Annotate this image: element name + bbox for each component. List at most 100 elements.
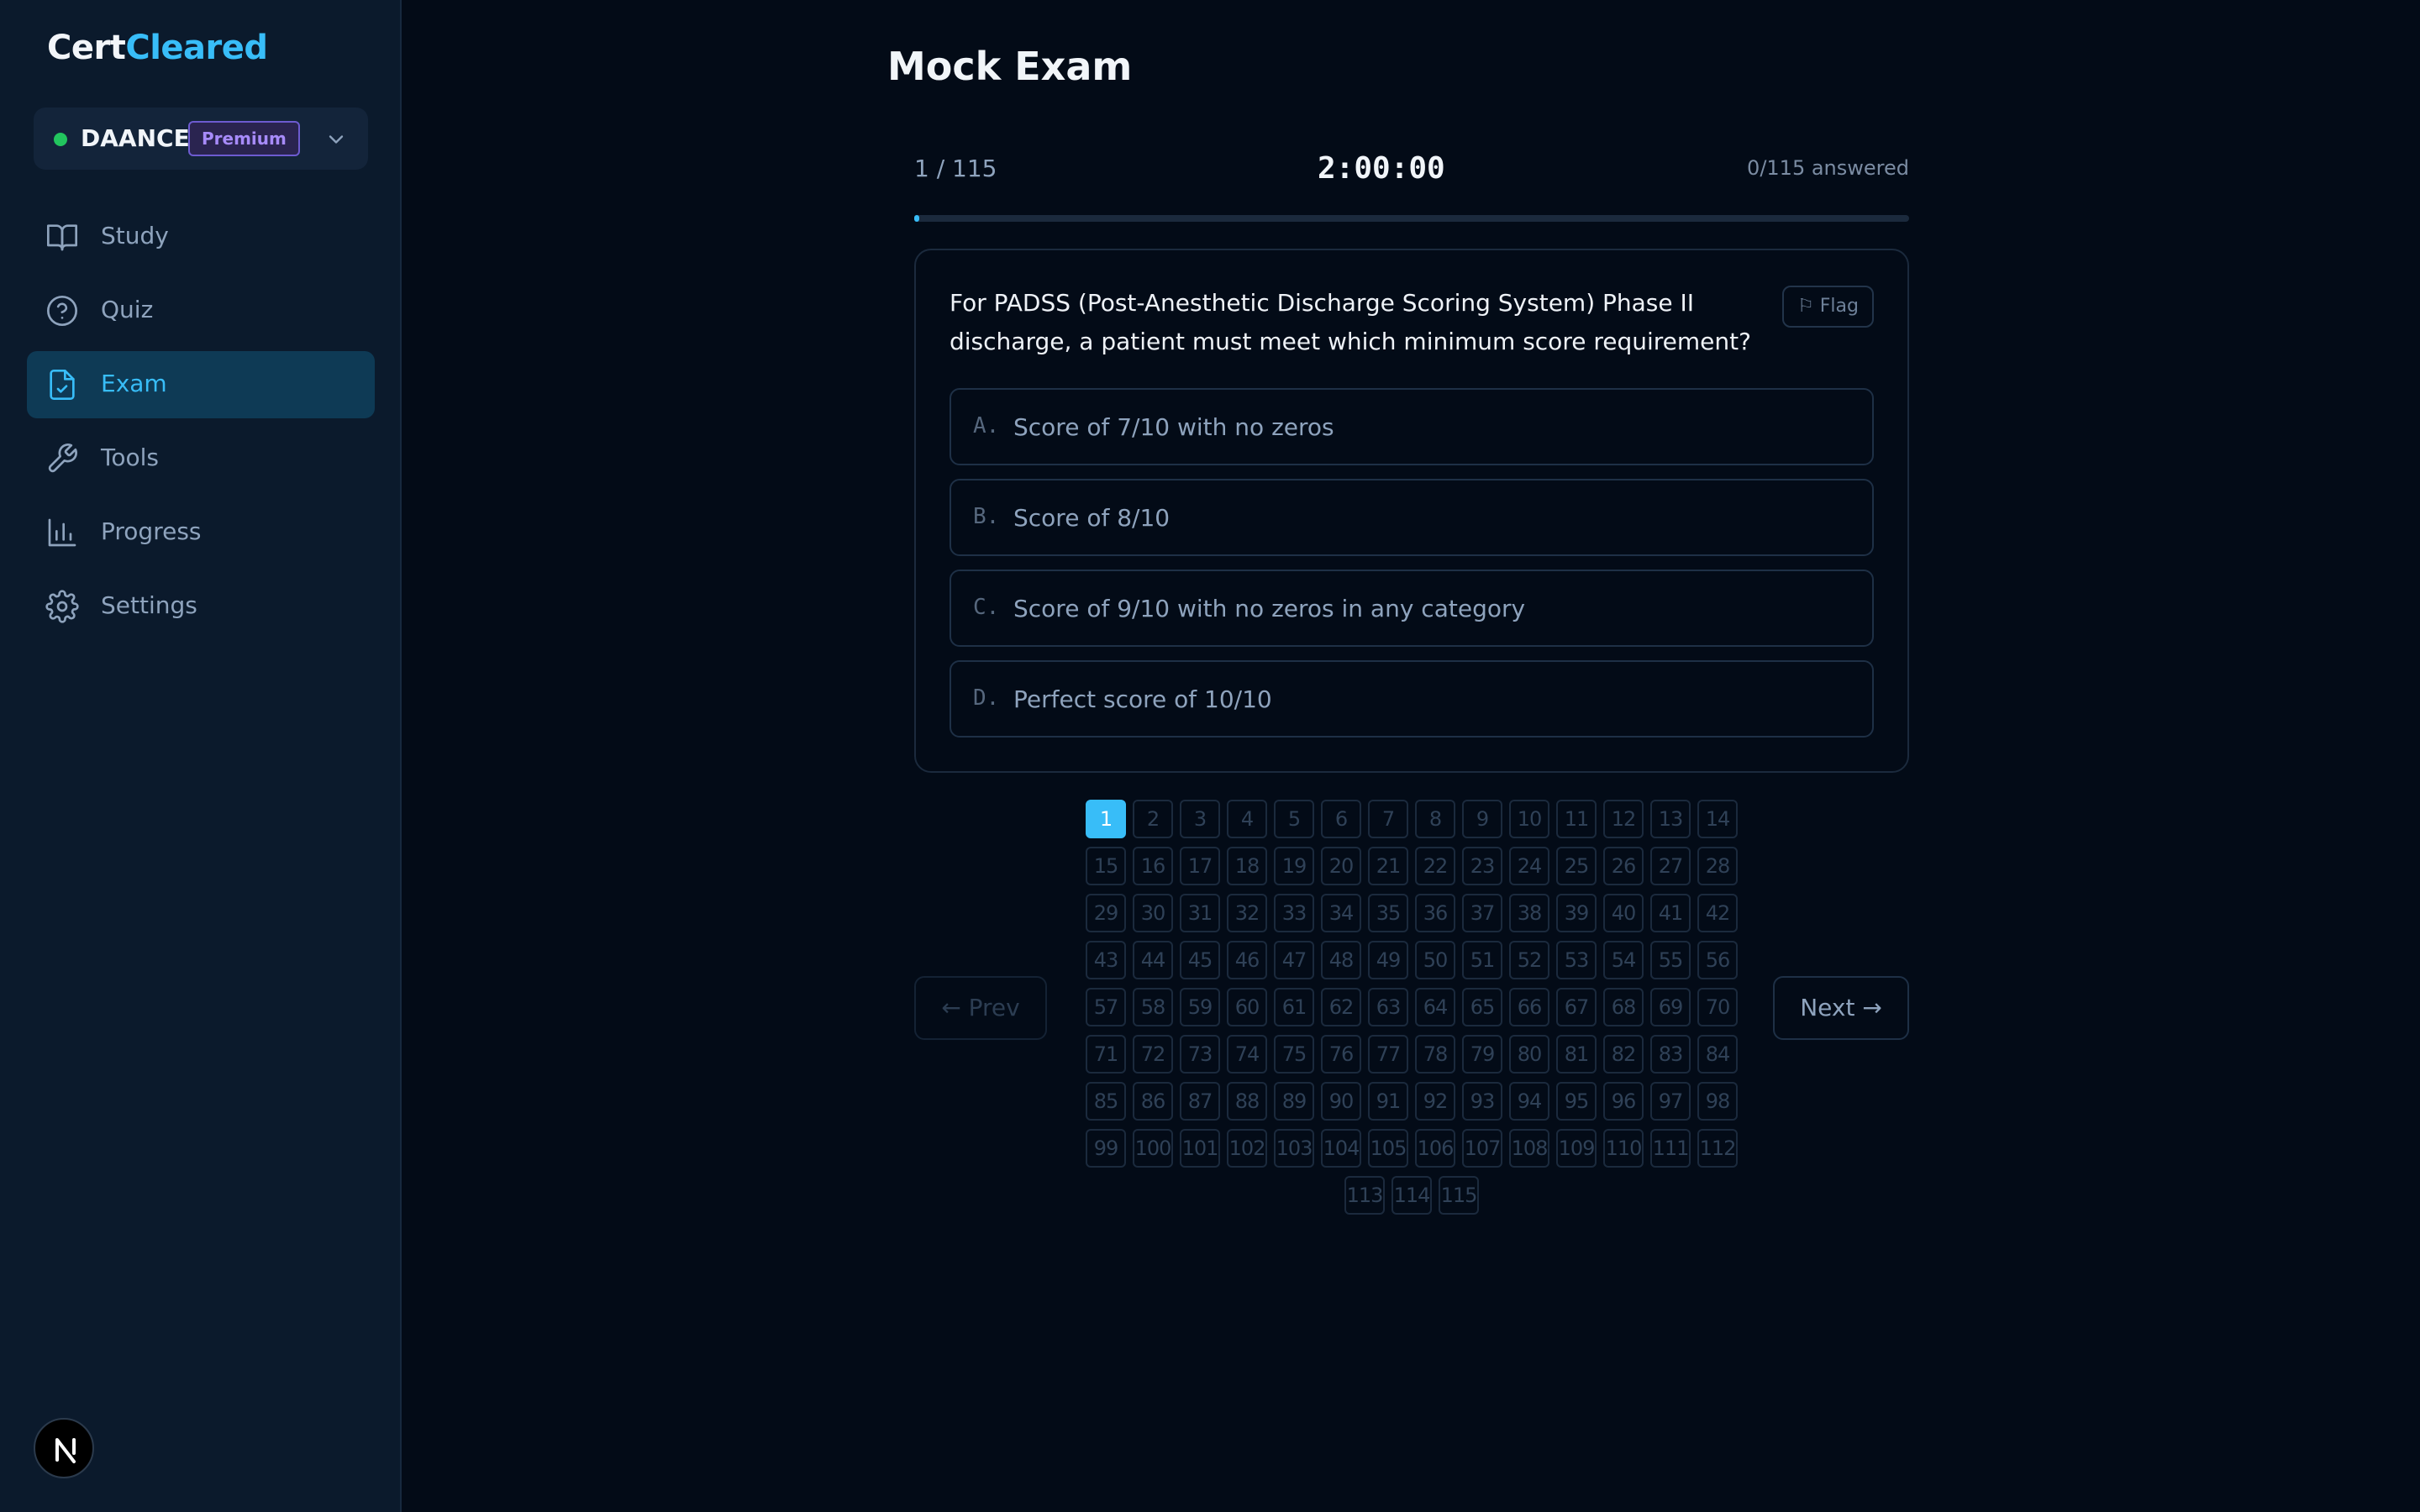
question-nav-80[interactable]: 80 bbox=[1509, 1035, 1549, 1074]
question-nav-100[interactable]: 100 bbox=[1133, 1129, 1173, 1168]
question-nav-33[interactable]: 33 bbox=[1274, 894, 1314, 932]
question-nav-113[interactable]: 113 bbox=[1344, 1176, 1385, 1215]
question-nav-86[interactable]: 86 bbox=[1133, 1082, 1173, 1121]
question-nav-52[interactable]: 52 bbox=[1509, 941, 1549, 979]
question-nav-91[interactable]: 91 bbox=[1368, 1082, 1408, 1121]
question-nav-7[interactable]: 7 bbox=[1368, 800, 1408, 838]
next-js-devtools-button[interactable] bbox=[34, 1418, 94, 1478]
question-nav-24[interactable]: 24 bbox=[1509, 847, 1549, 885]
question-nav-25[interactable]: 25 bbox=[1556, 847, 1597, 885]
question-nav-34[interactable]: 34 bbox=[1321, 894, 1361, 932]
answer-option-d[interactable]: D. Perfect score of 10/10 bbox=[950, 660, 1874, 738]
question-nav-53[interactable]: 53 bbox=[1556, 941, 1597, 979]
question-nav-31[interactable]: 31 bbox=[1180, 894, 1220, 932]
question-nav-1[interactable]: 1 bbox=[1086, 800, 1126, 838]
question-nav-35[interactable]: 35 bbox=[1368, 894, 1408, 932]
workspace-switcher[interactable]: DAANCE Premium bbox=[34, 108, 368, 170]
question-nav-109[interactable]: 109 bbox=[1556, 1129, 1597, 1168]
question-nav-108[interactable]: 108 bbox=[1509, 1129, 1549, 1168]
question-nav-82[interactable]: 82 bbox=[1603, 1035, 1644, 1074]
question-nav-102[interactable]: 102 bbox=[1227, 1129, 1267, 1168]
question-nav-72[interactable]: 72 bbox=[1133, 1035, 1173, 1074]
question-nav-99[interactable]: 99 bbox=[1086, 1129, 1126, 1168]
prev-button[interactable]: ← Prev bbox=[914, 976, 1047, 1040]
brand-logo[interactable]: CertCleared bbox=[47, 29, 268, 67]
question-nav-54[interactable]: 54 bbox=[1603, 941, 1644, 979]
question-nav-65[interactable]: 65 bbox=[1462, 988, 1502, 1026]
question-nav-38[interactable]: 38 bbox=[1509, 894, 1549, 932]
question-nav-55[interactable]: 55 bbox=[1650, 941, 1691, 979]
question-nav-73[interactable]: 73 bbox=[1180, 1035, 1220, 1074]
question-nav-21[interactable]: 21 bbox=[1368, 847, 1408, 885]
question-nav-92[interactable]: 92 bbox=[1415, 1082, 1455, 1121]
answer-option-a[interactable]: A. Score of 7/10 with no zeros bbox=[950, 388, 1874, 465]
question-nav-78[interactable]: 78 bbox=[1415, 1035, 1455, 1074]
question-nav-59[interactable]: 59 bbox=[1180, 988, 1220, 1026]
question-nav-66[interactable]: 66 bbox=[1509, 988, 1549, 1026]
question-nav-51[interactable]: 51 bbox=[1462, 941, 1502, 979]
sidebar-item-progress[interactable]: Progress bbox=[27, 499, 375, 566]
question-nav-76[interactable]: 76 bbox=[1321, 1035, 1361, 1074]
question-nav-45[interactable]: 45 bbox=[1180, 941, 1220, 979]
question-nav-4[interactable]: 4 bbox=[1227, 800, 1267, 838]
sidebar-item-tools[interactable]: Tools bbox=[27, 425, 375, 492]
question-nav-67[interactable]: 67 bbox=[1556, 988, 1597, 1026]
question-nav-17[interactable]: 17 bbox=[1180, 847, 1220, 885]
question-nav-20[interactable]: 20 bbox=[1321, 847, 1361, 885]
question-nav-43[interactable]: 43 bbox=[1086, 941, 1126, 979]
question-nav-12[interactable]: 12 bbox=[1603, 800, 1644, 838]
question-nav-19[interactable]: 19 bbox=[1274, 847, 1314, 885]
question-nav-49[interactable]: 49 bbox=[1368, 941, 1408, 979]
question-nav-98[interactable]: 98 bbox=[1697, 1082, 1738, 1121]
question-nav-50[interactable]: 50 bbox=[1415, 941, 1455, 979]
question-nav-16[interactable]: 16 bbox=[1133, 847, 1173, 885]
question-nav-110[interactable]: 110 bbox=[1603, 1129, 1644, 1168]
question-nav-71[interactable]: 71 bbox=[1086, 1035, 1126, 1074]
question-nav-115[interactable]: 115 bbox=[1439, 1176, 1479, 1215]
question-nav-14[interactable]: 14 bbox=[1697, 800, 1738, 838]
question-nav-77[interactable]: 77 bbox=[1368, 1035, 1408, 1074]
question-nav-27[interactable]: 27 bbox=[1650, 847, 1691, 885]
question-nav-36[interactable]: 36 bbox=[1415, 894, 1455, 932]
question-nav-28[interactable]: 28 bbox=[1697, 847, 1738, 885]
question-nav-2[interactable]: 2 bbox=[1133, 800, 1173, 838]
question-nav-56[interactable]: 56 bbox=[1697, 941, 1738, 979]
question-nav-44[interactable]: 44 bbox=[1133, 941, 1173, 979]
question-nav-105[interactable]: 105 bbox=[1368, 1129, 1408, 1168]
question-nav-11[interactable]: 11 bbox=[1556, 800, 1597, 838]
question-nav-42[interactable]: 42 bbox=[1697, 894, 1738, 932]
sidebar-item-settings[interactable]: Settings bbox=[27, 573, 375, 640]
question-nav-96[interactable]: 96 bbox=[1603, 1082, 1644, 1121]
question-nav-32[interactable]: 32 bbox=[1227, 894, 1267, 932]
question-nav-62[interactable]: 62 bbox=[1321, 988, 1361, 1026]
question-nav-84[interactable]: 84 bbox=[1697, 1035, 1738, 1074]
question-nav-111[interactable]: 111 bbox=[1650, 1129, 1691, 1168]
answer-option-b[interactable]: B. Score of 8/10 bbox=[950, 479, 1874, 556]
question-nav-103[interactable]: 103 bbox=[1274, 1129, 1314, 1168]
question-nav-15[interactable]: 15 bbox=[1086, 847, 1126, 885]
question-nav-23[interactable]: 23 bbox=[1462, 847, 1502, 885]
question-nav-95[interactable]: 95 bbox=[1556, 1082, 1597, 1121]
question-nav-107[interactable]: 107 bbox=[1462, 1129, 1502, 1168]
question-nav-68[interactable]: 68 bbox=[1603, 988, 1644, 1026]
question-nav-81[interactable]: 81 bbox=[1556, 1035, 1597, 1074]
question-nav-88[interactable]: 88 bbox=[1227, 1082, 1267, 1121]
question-nav-93[interactable]: 93 bbox=[1462, 1082, 1502, 1121]
question-nav-48[interactable]: 48 bbox=[1321, 941, 1361, 979]
question-nav-6[interactable]: 6 bbox=[1321, 800, 1361, 838]
question-nav-83[interactable]: 83 bbox=[1650, 1035, 1691, 1074]
question-nav-29[interactable]: 29 bbox=[1086, 894, 1126, 932]
question-nav-22[interactable]: 22 bbox=[1415, 847, 1455, 885]
question-nav-70[interactable]: 70 bbox=[1697, 988, 1738, 1026]
question-nav-87[interactable]: 87 bbox=[1180, 1082, 1220, 1121]
question-nav-58[interactable]: 58 bbox=[1133, 988, 1173, 1026]
question-nav-64[interactable]: 64 bbox=[1415, 988, 1455, 1026]
sidebar-item-exam[interactable]: Exam bbox=[27, 351, 375, 418]
question-nav-85[interactable]: 85 bbox=[1086, 1082, 1126, 1121]
question-nav-13[interactable]: 13 bbox=[1650, 800, 1691, 838]
flag-button[interactable]: ⚐ Flag bbox=[1782, 286, 1874, 328]
question-nav-37[interactable]: 37 bbox=[1462, 894, 1502, 932]
question-nav-106[interactable]: 106 bbox=[1415, 1129, 1455, 1168]
question-nav-63[interactable]: 63 bbox=[1368, 988, 1408, 1026]
question-nav-57[interactable]: 57 bbox=[1086, 988, 1126, 1026]
